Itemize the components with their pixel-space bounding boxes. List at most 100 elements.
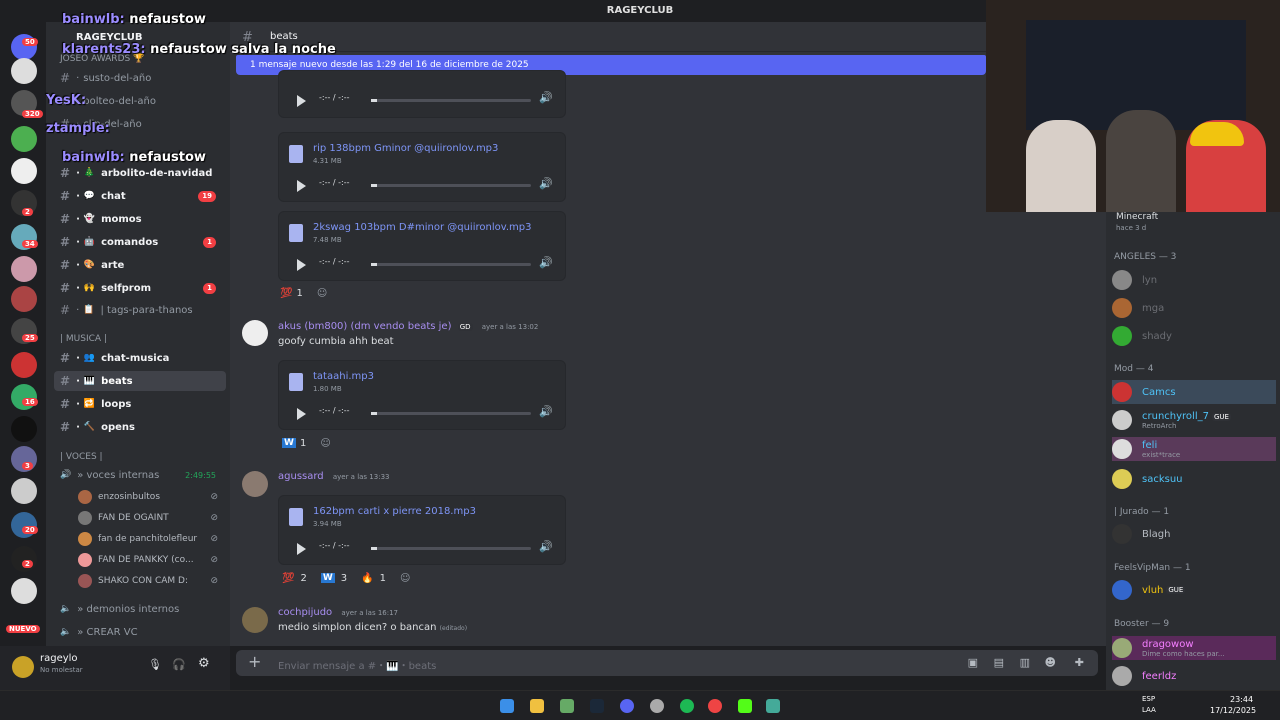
channel-item[interactable]: # · 🎄 arbolito-de-navidad [54,163,226,183]
avatar[interactable] [12,656,34,678]
channel-item[interactable]: # · 🙌 selfprom 1 [54,278,226,298]
server-icon[interactable] [11,158,37,184]
server-icon[interactable] [11,126,37,152]
add-reaction-icon[interactable]: ☺ [400,573,410,584]
emoji-icon[interactable]: ☻ [1045,656,1056,669]
gift-icon[interactable]: ▣ [968,656,978,669]
server-icon[interactable] [11,546,37,572]
reaction[interactable]: W 1 ☺ [282,434,331,452]
channel-item[interactable]: # · susto-del-año [54,68,226,88]
file-name[interactable]: tataahi.mp3 [313,371,374,382]
server-icon[interactable] [11,416,37,442]
chrome-icon[interactable] [708,699,722,713]
server-icon[interactable] [11,512,37,538]
headphones-icon[interactable]: 🎧 [172,658,186,671]
member-item[interactable]: sacksuu [1112,467,1276,491]
message-author[interactable]: agussard ayer a las 13:33 [278,471,389,482]
clock-time[interactable]: 23:44 [1230,695,1253,704]
message-author[interactable]: akus (bm800) (dm vendo beats je) GD ayer… [278,321,538,332]
channel-item[interactable]: # · 💬 chat 19 [54,186,226,206]
file-name[interactable]: rip 138bpm Gminor @quiironlov.mp3 [313,143,498,154]
voice-category[interactable]: | VOCES | [60,452,103,462]
play-icon[interactable] [297,259,306,271]
add-reaction-icon[interactable]: ☺ [317,288,327,299]
add-reaction-icon[interactable]: ☺ [320,438,330,449]
channel-item[interactable]: # · 👻 momos [54,209,226,229]
play-icon[interactable] [297,180,306,192]
channel-item[interactable]: # · 🎹 beats [54,371,226,391]
server-icon[interactable] [11,286,37,312]
avatar[interactable] [242,607,268,633]
server-icon[interactable] [11,256,37,282]
voice-channel[interactable]: 🔊 » voces internas 2:49:55 [54,465,226,485]
volume-icon[interactable]: 🔊 [539,540,553,553]
app-icon[interactable] [560,699,574,713]
volume-icon[interactable]: 🔊 [539,91,553,104]
notepad-icon[interactable] [766,699,780,713]
volume-icon[interactable]: 🔊 [539,177,553,190]
voice-user[interactable]: enzosinbultos ⊘ [78,488,226,506]
clock-date[interactable]: 17/12/2025 [1210,706,1256,715]
channel-item[interactable]: # · 🔨 opens [54,417,226,437]
folder-icon[interactable] [530,699,544,713]
voice-user[interactable]: FAN DE PANKKY (co... ⊘ [78,551,226,569]
voice-user[interactable]: SHAKO CON CAM D: ⊘ [78,572,226,590]
hundred-emoji[interactable]: 💯 [282,573,294,584]
start-icon[interactable] [500,699,514,713]
member-item[interactable]: vluh GUE [1112,578,1276,602]
music-category[interactable]: | MUSICA | [60,334,107,344]
audio-seek[interactable] [371,99,531,102]
play-icon[interactable] [297,408,306,420]
member-item[interactable]: feli exist*trace [1112,437,1276,461]
apps-icon[interactable]: ✚ [1075,656,1084,669]
voice-channel[interactable]: 🔈 » demonios internos [54,599,226,619]
steam-icon[interactable] [590,699,604,713]
member-item[interactable]: Camcs [1112,380,1276,404]
message-author[interactable]: cochpijudo ayer a las 16:17 [278,607,398,618]
channel-item[interactable]: # · 🔁 loops [54,394,226,414]
w-emoji[interactable]: W [320,573,335,583]
app-icon[interactable] [650,699,664,713]
channel-item[interactable]: # · 📋 | tags-para-thanos [54,300,226,320]
file-name[interactable]: 162bpm carti x pierre 2018.mp3 [313,506,476,517]
voice-user[interactable]: fan de panchitolefleur ⊘ [78,530,226,548]
audio-seek[interactable] [371,547,531,550]
server-icon[interactable] [11,478,37,504]
volume-icon[interactable]: 🔊 [539,256,553,269]
avatar[interactable] [242,320,268,346]
file-name[interactable]: 2kswag 103bpm D#minor @quiironlov.mp3 [313,222,532,233]
audio-seek[interactable] [371,412,531,415]
channel-item[interactable]: # · 🎨 arte [54,255,226,275]
volume-icon[interactable]: 🔊 [539,405,553,418]
mic-icon[interactable]: 🎙 [148,658,162,671]
gear-icon[interactable]: ⚙ [198,656,210,671]
server-icon[interactable] [11,58,37,84]
kick-icon[interactable] [738,699,752,713]
lang[interactable]: ESP [1142,695,1155,703]
server-icon[interactable] [11,578,37,604]
play-icon[interactable] [297,95,306,107]
member-item[interactable]: crunchyroll_7 GUE RetroArch [1112,408,1276,432]
avatar[interactable] [242,471,268,497]
play-icon[interactable] [297,543,306,555]
message-composer[interactable]: + Enviar mensaje a #・🎹・beats ▣ ▤ ▥ ☻ ✚ [236,650,1098,676]
member-item[interactable]: lyn [1112,268,1276,292]
reaction[interactable]: 💯 1 ☺ [280,284,327,302]
member-item[interactable]: dragowow Dime como haces par... [1112,636,1276,660]
channel-item[interactable]: # · 🤖 comandos 1 [54,232,226,252]
gif-icon[interactable]: ▤ [994,656,1004,669]
voice-channel[interactable]: 🔈 » CREAR VC [54,622,226,642]
voice-user[interactable]: FAN DE OGAINT ⊘ [78,509,226,527]
member-item[interactable]: feerldz [1112,664,1276,688]
spotify-icon[interactable] [680,699,694,713]
discord-icon[interactable] [620,699,634,713]
channel-item[interactable]: # · 👥 chat-musica [54,348,226,368]
member-item[interactable]: shady [1112,324,1276,348]
server-icon[interactable] [11,384,37,410]
audio-seek[interactable] [371,184,531,187]
audio-seek[interactable] [371,263,531,266]
fire-emoji[interactable]: 🔥 [361,573,373,584]
server-icon[interactable] [11,352,37,378]
member-item[interactable]: Blagh [1112,522,1276,546]
plus-icon[interactable]: + [248,652,261,671]
